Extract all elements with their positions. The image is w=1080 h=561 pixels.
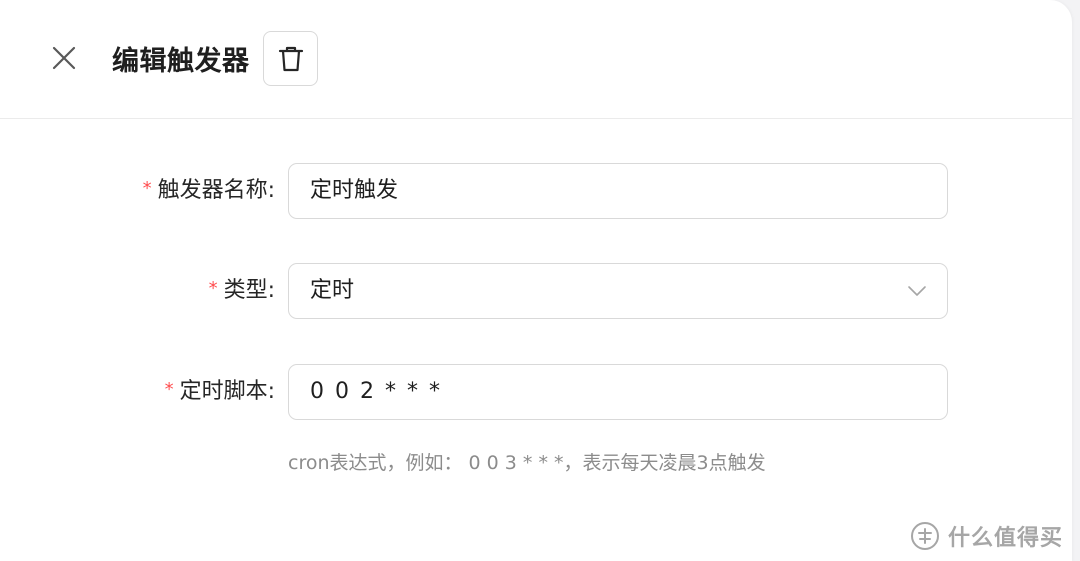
chevron-down-icon [908, 286, 926, 296]
script-label: * 定时脚本: [165, 364, 275, 420]
edit-trigger-panel: 编辑触发器 * 触发器名称: 定时触发 * 类型: 定时 * 定时脚本: 0 0… [0, 0, 1072, 561]
script-label-text: 定时脚本: [179, 379, 275, 404]
form-row-script: * 定时脚本: 0 0 2 * * * [0, 364, 1072, 420]
cron-script-input[interactable]: 0 0 2 * * * [288, 364, 948, 420]
type-label: * 类型: [209, 263, 275, 319]
close-icon [52, 46, 76, 70]
name-label-text: 触发器名称: [157, 178, 275, 203]
trash-icon [278, 46, 303, 71]
type-select-value: 定时 [310, 278, 355, 303]
required-mark: * [208, 278, 218, 299]
close-button[interactable] [50, 44, 78, 72]
form-row-name: * 触发器名称: 定时触发 [0, 163, 1072, 219]
type-select[interactable]: 定时 [288, 263, 948, 319]
watermark-text: 什么值得买 [948, 526, 1064, 551]
watermark: 什么值得买 [910, 518, 1063, 554]
name-label: * 触发器名称: [143, 163, 275, 219]
form-row-type: * 类型: 定时 [0, 263, 1072, 319]
cron-help-text: cron表达式，例如： 0 0 3 * * *，表示每天凌晨3点触发 [288, 452, 766, 474]
trigger-name-input[interactable]: 定时触发 [288, 163, 948, 219]
panel-header: 编辑触发器 [0, 0, 1072, 119]
page-title: 编辑触发器 [112, 46, 250, 77]
watermark-logo-icon [911, 522, 939, 550]
required-mark: * [142, 178, 152, 199]
required-mark: * [164, 379, 174, 400]
type-label-text: 类型: [223, 278, 275, 303]
delete-button[interactable] [263, 31, 318, 86]
